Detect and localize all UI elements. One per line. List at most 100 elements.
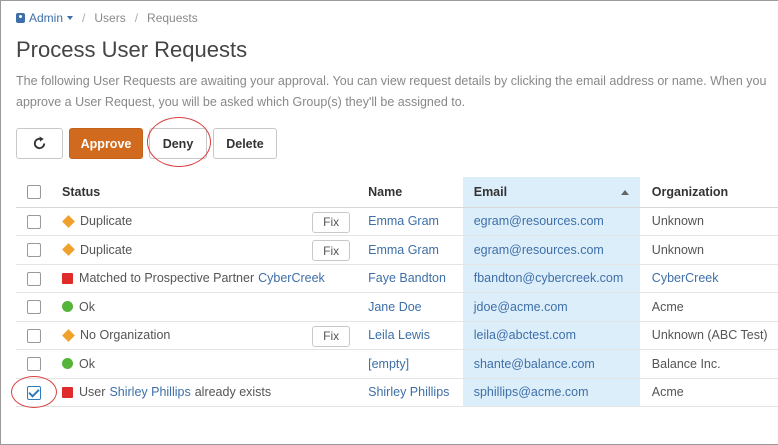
name-link[interactable]: Emma Gram — [368, 214, 439, 228]
organization-value: Acme — [651, 299, 684, 314]
error-square-icon — [62, 272, 74, 284]
email-cell: fbandton@cybercreek.com — [462, 264, 640, 293]
breadcrumb-separator: / — [134, 11, 139, 25]
name-link[interactable]: Faye Bandton — [368, 271, 446, 285]
email-link[interactable]: egram@resources.com — [474, 214, 604, 228]
status-link[interactable]: Shirley Phillips — [109, 385, 190, 399]
row-checkbox[interactable] — [27, 328, 41, 343]
name-cell: Shirley Phillips — [358, 378, 463, 407]
organization-value: Unknown — [651, 242, 704, 257]
caret-down-icon — [67, 16, 74, 20]
status-text: Duplicate — [80, 214, 133, 229]
name-cell: Emma Gram — [358, 207, 463, 236]
organization-header[interactable]: Organization — [639, 177, 778, 208]
status-cell: Duplicate Fix — [52, 207, 359, 236]
name-header[interactable]: Name — [358, 177, 463, 208]
deny-button[interactable]: Deny — [149, 128, 207, 159]
table-row: Duplicate Fix Emma Gram egram@resources.com… — [16, 207, 778, 236]
email-cell: egram@resources.com — [462, 235, 640, 265]
email-link[interactable]: jdoe@acme.com — [474, 300, 568, 314]
delete-button[interactable]: Delete — [213, 128, 277, 159]
status-cell: Matched to Prospective Partner CyberCreek — [52, 264, 359, 293]
name-link[interactable]: Jane Doe — [368, 300, 422, 314]
ok-dot-icon — [62, 358, 74, 370]
email-link[interactable]: fbandton@cybercreek.com — [474, 271, 624, 285]
select-cell — [16, 235, 53, 265]
fix-button[interactable]: Fix — [312, 240, 351, 261]
status-link[interactable]: CyberCreek — [258, 271, 325, 285]
name-cell: [empty] — [358, 349, 463, 379]
organization-value: Acme — [651, 385, 684, 400]
intro-text: The following User Requests are awaiting… — [16, 74, 767, 109]
row-checkbox[interactable] — [27, 214, 41, 229]
requests-table: Status Name Email Organization Duplicate… — [16, 177, 778, 407]
email-link[interactable]: shante@balance.com — [474, 357, 595, 371]
organization-cell: Acme — [639, 292, 778, 322]
select-cell — [16, 292, 53, 322]
select-all-checkbox[interactable] — [27, 185, 41, 200]
select-cell — [16, 264, 53, 293]
status-cell: No Organization Fix — [52, 321, 359, 350]
status-suffix: already exists — [194, 385, 272, 400]
warning-diamond-icon — [62, 328, 75, 342]
row-checkbox[interactable] — [27, 385, 41, 400]
name-link[interactable]: Shirley Phillips — [368, 385, 449, 399]
name-cell: Faye Bandton — [358, 264, 463, 293]
organization-cell: Balance Inc. — [639, 349, 778, 379]
status-content: User Shirley Phillips already exists — [62, 385, 358, 399]
select-cell — [16, 207, 53, 236]
table-row: Ok Jane Doe jdoe@acme.com Acme — [16, 292, 778, 322]
user-icon — [16, 13, 25, 23]
email-cell: egram@resources.com — [462, 207, 640, 236]
table-body: Duplicate Fix Emma Gram egram@resources.com… — [16, 207, 778, 407]
status-header[interactable]: Status — [52, 177, 359, 208]
organization-cell: Unknown — [639, 207, 778, 236]
refresh-button[interactable] — [16, 128, 63, 159]
fix-button[interactable]: Fix — [312, 325, 351, 347]
name-cell: Emma Gram — [358, 235, 463, 265]
sort-ascending-icon — [620, 190, 629, 195]
breadcrumb-users[interactable]: Users — [94, 11, 125, 25]
email-link[interactable]: leila@abctest.com — [474, 328, 576, 342]
row-checkbox[interactable] — [27, 243, 41, 258]
row-checkbox[interactable] — [27, 271, 41, 286]
email-cell: shante@balance.com — [462, 349, 640, 379]
row-checkbox[interactable] — [27, 357, 41, 372]
app-frame: Admin / Users / Requests Process User Re… — [0, 0, 778, 445]
email-cell: sphillips@acme.com — [462, 378, 640, 407]
email-header-label: Email — [473, 184, 508, 199]
fix-button[interactable]: Fix — [312, 211, 351, 233]
breadcrumb-requests: Requests — [147, 11, 198, 25]
table-row: Duplicate Fix Emma Gram egram@resources.com… — [16, 235, 778, 265]
admin-menu[interactable]: Admin — [16, 11, 74, 25]
ok-dot-icon — [62, 301, 74, 313]
name-link[interactable]: Emma Gram — [368, 243, 439, 257]
organization-value: Unknown (ABC Test) — [651, 328, 768, 343]
table-row: Ok [empty] shante@balance.com Balance Inc. — [16, 349, 778, 379]
organization-cell: Unknown (ABC Test) — [639, 321, 778, 350]
warning-diamond-icon — [62, 214, 75, 228]
email-link[interactable]: egram@resources.com — [474, 243, 604, 257]
status-cell: Ok — [52, 292, 359, 322]
name-link[interactable]: Leila Lewis — [368, 328, 430, 342]
status-text: Matched to Prospective Partner — [79, 271, 255, 286]
status-text: No Organization — [80, 328, 171, 343]
organization-value[interactable]: CyberCreek — [652, 271, 719, 285]
breadcrumb: Admin / Users / Requests — [16, 11, 198, 25]
approve-button[interactable]: Approve — [69, 128, 143, 159]
table-header-row: Status Name Email Organization — [16, 177, 778, 208]
name-cell: Leila Lewis — [358, 321, 463, 350]
row-checkbox[interactable] — [27, 300, 41, 315]
status-text: Ok — [79, 356, 96, 371]
status-text: User — [79, 385, 106, 400]
refresh-icon — [32, 136, 47, 151]
name-cell: Jane Doe — [358, 292, 463, 322]
email-link[interactable]: sphillips@acme.com — [474, 385, 589, 399]
email-cell: jdoe@acme.com — [462, 292, 640, 322]
page-title: Process User Requests — [16, 37, 248, 62]
table-row: No Organization Fix Leila Lewis leila@abcte… — [16, 321, 778, 350]
status-text: Duplicate — [80, 242, 133, 257]
name-link[interactable]: [empty] — [368, 357, 409, 371]
email-header[interactable]: Email — [462, 177, 640, 208]
organization-cell: Unknown — [639, 235, 778, 265]
